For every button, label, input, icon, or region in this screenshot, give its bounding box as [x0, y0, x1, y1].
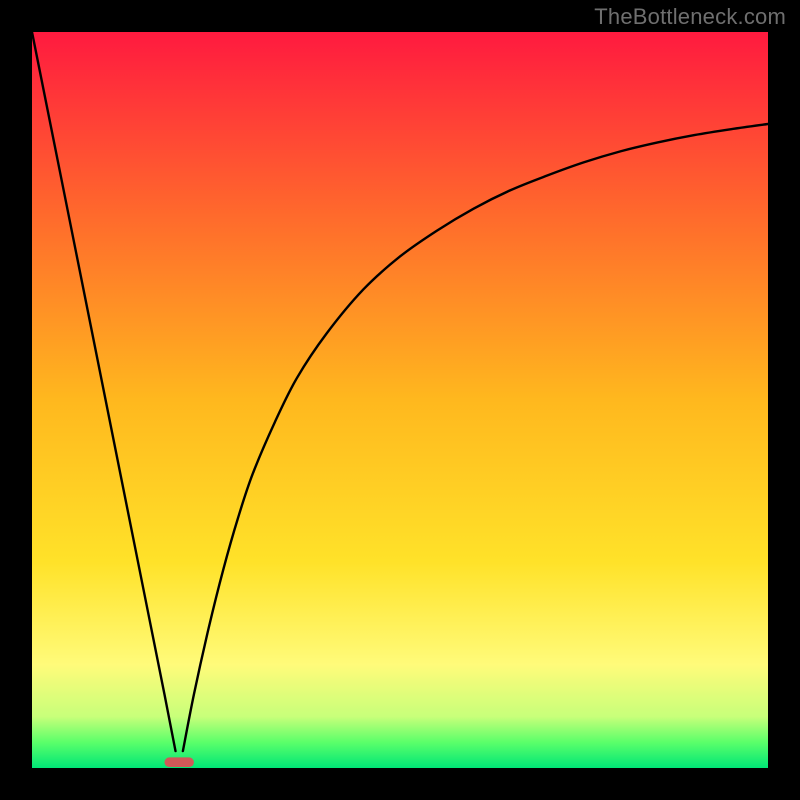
chart-frame: TheBottleneck.com [0, 0, 800, 800]
marker-layer [164, 757, 193, 767]
plot-area [32, 32, 768, 768]
minimum-marker [164, 757, 193, 767]
chart-svg [32, 32, 768, 768]
watermark-label: TheBottleneck.com [594, 4, 786, 30]
